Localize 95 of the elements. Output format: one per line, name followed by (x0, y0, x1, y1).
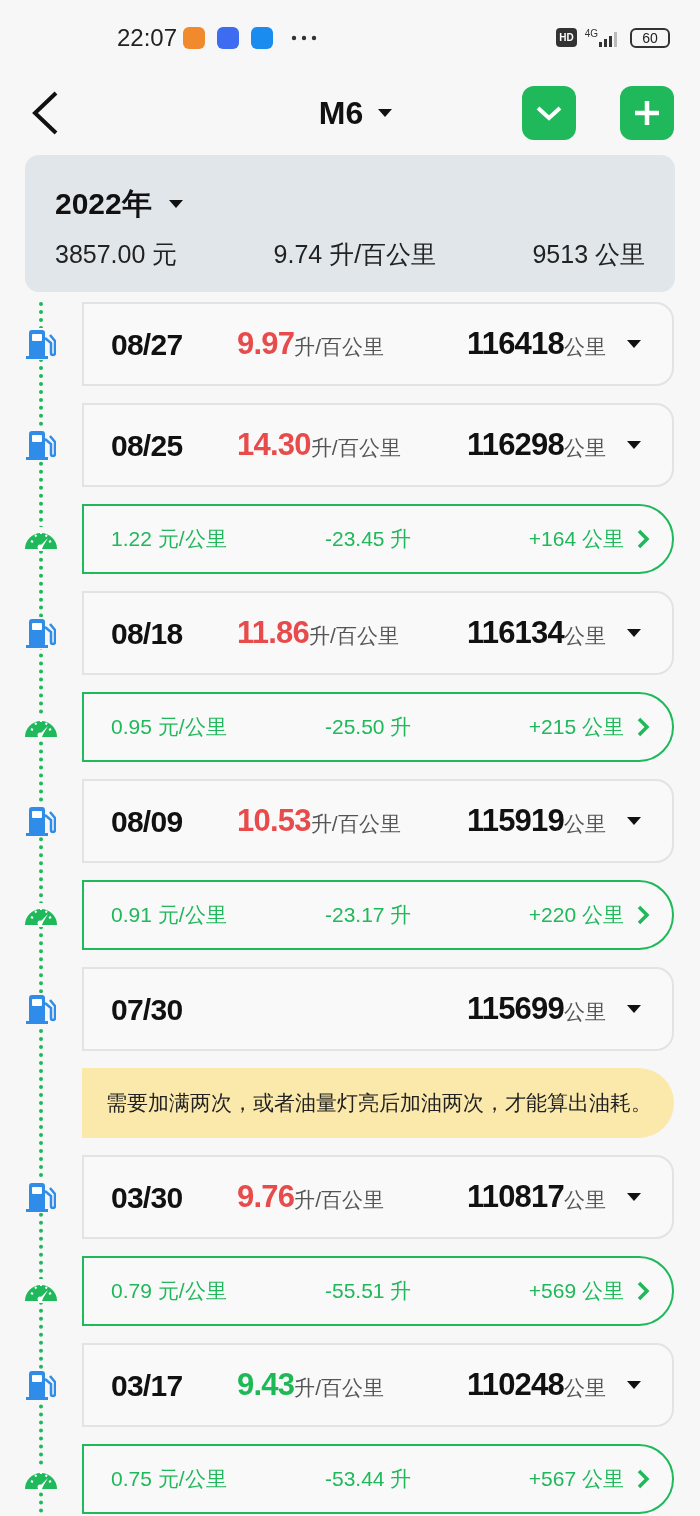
odometer-unit: 公里 (564, 435, 606, 461)
distance-driven: +567 公里 (527, 1466, 624, 1493)
dropdown-caret-icon[interactable] (626, 1380, 642, 1390)
consumption-value: 11.86 (237, 613, 309, 652)
total-cost: 3857.00 元 (55, 239, 178, 270)
odometer-unit: 公里 (564, 999, 606, 1025)
chevron-right-icon (636, 528, 650, 550)
fuel-used: -53.44 升 (325, 1466, 413, 1493)
hd-badge: HD (556, 28, 577, 47)
consumption-value: 10.53 (237, 801, 311, 840)
consumption-unit: 升/百公里 (294, 1187, 385, 1213)
cost-per-km: 0.75 元/公里 (111, 1466, 228, 1493)
notice-message: 需要加满两次，或者油量灯亮后加油两次，才能算出油耗。 (82, 1068, 674, 1138)
odometer-value: 116134 (466, 613, 564, 652)
cost-per-km: 0.79 元/公里 (111, 1278, 228, 1305)
odometer-unit: 公里 (564, 811, 606, 837)
consumption-unit: 升/百公里 (309, 623, 399, 649)
collapse-button[interactable] (522, 85, 576, 140)
total-distance: 9513 公里 (532, 239, 645, 270)
cost-per-km: 1.22 元/公里 (111, 526, 228, 553)
odometer-unit: 公里 (564, 1375, 606, 1401)
date: 03/17 (111, 1367, 184, 1404)
app-icon (251, 26, 274, 49)
odometer-value: 110248 (466, 1365, 564, 1404)
refuel-record-card[interactable]: 08/09 10.53升/百公里 115919公里 (82, 779, 674, 863)
fuel-pump-icon (26, 429, 56, 461)
odometer-unit: 公里 (564, 623, 606, 649)
refuel-record-card[interactable]: 08/25 14.30升/百公里 116298公里 (82, 403, 674, 487)
date: 08/18 (111, 615, 184, 652)
consumption-value: 9.43 (237, 1365, 295, 1404)
fuel-pump-icon (26, 805, 56, 837)
consumption-value: 9.97 (237, 324, 295, 363)
dropdown-caret-icon[interactable] (626, 440, 642, 450)
date: 03/30 (111, 1179, 184, 1216)
fuel-used: -55.51 升 (325, 1278, 413, 1305)
odometer-unit: 公里 (564, 334, 606, 360)
battery-indicator: 60 (630, 27, 670, 48)
odometer-value: 115699 (466, 989, 564, 1028)
date: 08/09 (111, 803, 184, 840)
cost-per-km: 0.91 元/公里 (111, 902, 228, 929)
date: 08/27 (111, 326, 184, 363)
odometer-value: 115919 (466, 801, 564, 840)
fuel-pump-icon (26, 617, 56, 649)
consumption-unit: 升/百公里 (294, 334, 385, 360)
network-type: 4G (584, 28, 598, 39)
dropdown-caret-icon[interactable] (626, 339, 642, 349)
plus-icon (633, 98, 661, 127)
fuel-used: -23.17 升 (325, 902, 413, 929)
dropdown-caret-icon[interactable] (377, 107, 394, 118)
distance-driven: +215 公里 (527, 714, 624, 741)
refuel-record-card[interactable]: 07/30 115699公里 (82, 967, 674, 1051)
chevron-right-icon (636, 904, 650, 926)
dropdown-caret-icon[interactable] (626, 816, 642, 826)
average-consumption: 9.74 升/百公里 (273, 239, 437, 270)
distance-driven: +569 公里 (527, 1278, 624, 1305)
status-time: 22:07 (117, 22, 178, 53)
app-icon (217, 26, 240, 49)
consumption-value: 14.30 (237, 425, 311, 464)
app-icon (183, 26, 206, 49)
consumption-unit: 升/百公里 (294, 1375, 385, 1401)
vehicle-title[interactable]: M6 (318, 88, 364, 137)
chevron-right-icon (636, 1280, 650, 1302)
dropdown-caret-icon[interactable] (167, 198, 184, 209)
odometer-value: 116298 (466, 425, 564, 464)
cost-per-km: 0.95 元/公里 (111, 714, 228, 741)
distance-driven: +164 公里 (527, 526, 624, 553)
refuel-record-card[interactable]: 03/30 9.76升/百公里 110817公里 (82, 1155, 674, 1239)
refuel-record-card[interactable]: 03/17 9.43升/百公里 110248公里 (82, 1343, 674, 1427)
more-icon (291, 34, 318, 41)
back-icon[interactable] (30, 89, 60, 136)
distance-driven: +220 公里 (527, 902, 624, 929)
chevron-right-icon (636, 716, 650, 738)
fuel-pump-icon (26, 993, 56, 1025)
odometer-value: 110817 (466, 1177, 564, 1216)
date: 08/25 (111, 427, 184, 464)
dropdown-caret-icon[interactable] (626, 628, 642, 638)
dropdown-caret-icon[interactable] (626, 1192, 642, 1202)
year-selector[interactable]: 2022年 (55, 181, 152, 226)
fuel-pump-icon (26, 328, 56, 360)
fuel-pump-icon (26, 1369, 56, 1401)
fuel-used: -25.50 升 (325, 714, 413, 741)
chevron-right-icon (636, 1468, 650, 1490)
consumption-value: 9.76 (237, 1177, 295, 1216)
consumption-unit: 升/百公里 (310, 811, 401, 837)
chevron-down-icon (535, 104, 563, 121)
refuel-record-card[interactable]: 08/27 9.97升/百公里 116418公里 (82, 302, 674, 386)
date: 07/30 (111, 991, 184, 1028)
consumption-unit: 升/百公里 (310, 435, 401, 461)
fuel-used: -23.45 升 (325, 526, 413, 553)
refuel-record-card[interactable]: 08/18 11.86升/百公里 116134公里 (82, 591, 674, 675)
odometer-unit: 公里 (564, 1187, 606, 1213)
add-button[interactable] (620, 85, 674, 140)
dropdown-caret-icon[interactable] (626, 1004, 642, 1014)
fuel-pump-icon (26, 1181, 56, 1213)
odometer-value: 116418 (466, 324, 564, 363)
